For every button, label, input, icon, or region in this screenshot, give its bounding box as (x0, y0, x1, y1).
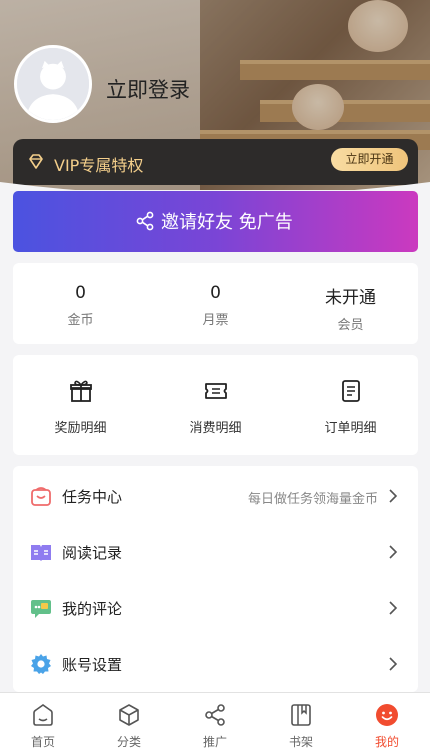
tab-label: 推广 (202, 735, 227, 749)
menu-list: 任务中心 每日做任务领海量金币 阅读记录 我的评论 账号设置 (13, 466, 418, 692)
login-link[interactable]: 立即登录 (106, 74, 190, 104)
invite-friends-banner[interactable]: 邀请好友 免广告 (13, 191, 418, 252)
bookshelf-icon (291, 704, 311, 726)
menu-item-label: 账号设置 (62, 656, 123, 674)
menu-item-task-center[interactable]: 任务中心 每日做任务领海量金币 (13, 468, 418, 524)
stat-value: 未开通 (325, 288, 376, 308)
avatar[interactable] (14, 45, 92, 123)
menu-item-hint: 每日做任务领海量金币 (247, 492, 378, 507)
gift-icon (69, 380, 92, 402)
stat-label: 会员 (337, 318, 364, 333)
menu-item-label: 任务中心 (62, 488, 123, 506)
stat-monthly-ticket[interactable]: 0 月票 (148, 263, 283, 328)
tab-category[interactable]: 分类 (86, 693, 172, 750)
stat-label: 金币 (67, 313, 94, 328)
menu-item-label: 阅读记录 (62, 544, 123, 562)
records-card: 奖励明细 消费明细 订单明细 (13, 355, 418, 455)
stat-coins[interactable]: 0 金币 (13, 263, 148, 328)
tab-label: 书架 (288, 735, 313, 749)
settings-gear-icon (31, 654, 51, 674)
reading-book-icon (31, 545, 51, 561)
order-details-button[interactable]: 订单明细 (283, 355, 418, 436)
tab-label: 首页 (30, 735, 55, 749)
consumption-details-button[interactable]: 消费明细 (148, 355, 283, 436)
chevron-right-icon (389, 489, 398, 503)
tab-home[interactable]: 首页 (0, 693, 86, 750)
stat-value: 0 (210, 283, 221, 303)
invite-friends-label: 邀请好友 免广告 (161, 212, 293, 233)
account-stats-card: 0 金币 0 月票 未开通 会员 (13, 263, 418, 344)
tab-mine[interactable]: 我的 (344, 693, 430, 750)
menu-item-my-comments[interactable]: 我的评论 (13, 580, 418, 636)
home-icon (33, 704, 53, 726)
ticket-icon (204, 383, 227, 399)
stat-value: 0 (75, 283, 86, 303)
record-label: 奖励明细 (54, 421, 107, 436)
vip-open-button[interactable]: 立即开通 (331, 148, 408, 171)
tab-label: 我的 (374, 735, 399, 749)
share-icon (205, 704, 225, 726)
profile-smile-icon (376, 704, 398, 726)
chevron-right-icon (389, 545, 398, 559)
default-avatar-icon (17, 48, 89, 120)
menu-item-account-settings[interactable]: 账号设置 (13, 636, 418, 692)
chevron-right-icon (389, 601, 398, 615)
tab-bookshelf[interactable]: 书架 (258, 693, 344, 750)
comment-icon (31, 600, 51, 618)
order-list-icon (341, 380, 360, 402)
tab-promote[interactable]: 推广 (172, 693, 258, 750)
menu-item-reading-history[interactable]: 阅读记录 (13, 524, 418, 580)
record-label: 订单明细 (324, 421, 377, 436)
chevron-right-icon (389, 657, 398, 671)
tab-label: 分类 (116, 735, 141, 749)
menu-item-label: 我的评论 (62, 600, 123, 618)
record-label: 消费明细 (189, 421, 242, 436)
stat-label: 月票 (202, 313, 229, 328)
bottom-tab-bar: 首页 分类 推广 书架 我的 (0, 692, 430, 750)
reward-details-button[interactable]: 奖励明细 (13, 355, 148, 436)
share-icon (136, 211, 154, 231)
diamond-icon (29, 154, 43, 169)
task-bag-icon (31, 487, 51, 506)
category-cube-icon (119, 704, 139, 726)
stat-membership[interactable]: 未开通 会员 (283, 263, 418, 333)
